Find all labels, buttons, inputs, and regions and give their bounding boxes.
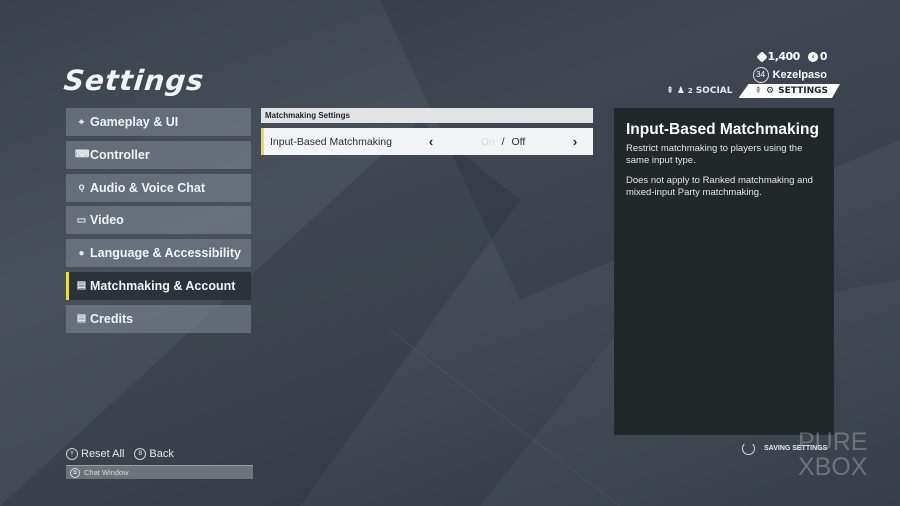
reset-all-button[interactable]: Y Reset All	[66, 448, 124, 460]
credits-balance: 1,400	[755, 50, 801, 63]
tab-settings[interactable]: ⇞ ⚙ SETTINGS	[739, 84, 841, 98]
social-label: SOCIAL	[695, 86, 733, 96]
section-header: Matchmaking Settings	[261, 108, 593, 123]
chat-window-label: Chat Window	[84, 468, 129, 477]
watermark-line: XBOX	[798, 453, 868, 481]
setting-label: Input-Based Matchmaking	[270, 135, 392, 148]
watermark-line: PURE	[798, 428, 868, 456]
option-selector[interactable]: On / Off	[438, 136, 568, 148]
document-icon: ▤	[76, 313, 87, 325]
watermark-logo: PURE XBOX	[798, 430, 867, 480]
description-paragraph: Does not apply to Ranked matchmaking and…	[626, 175, 813, 198]
b-button-icon: B	[134, 448, 147, 460]
currency-display: 1,400 ‹ 0	[755, 50, 828, 63]
chevron-left-icon[interactable]: ‹	[424, 134, 438, 149]
sidebar-item-label: Matchmaking & Account	[90, 278, 236, 293]
settings-sidebar: ⌖ Gameplay & UI ⌨ Controller ǫ Audio & V…	[66, 108, 251, 338]
page-title: Settings	[62, 64, 206, 97]
settings-label: SETTINGS	[778, 86, 828, 96]
level-badge: 34	[752, 67, 769, 83]
xp-token-icon: ‹	[807, 51, 818, 62]
player-info: 34 Kezelpaso	[752, 67, 827, 83]
sidebar-item-label: Video	[90, 213, 124, 228]
gear-icon: ⚙	[766, 86, 775, 96]
option-off[interactable]: Off	[511, 136, 525, 148]
globe-icon: ●	[78, 247, 85, 259]
crosshair-icon: ⌖	[78, 116, 85, 128]
sidebar-item-label: Gameplay & UI	[90, 115, 179, 129]
sidebar-item-label: Language & Accessibility	[90, 246, 241, 261]
sidebar-item-language-accessibility[interactable]: ● Language & Accessibility	[66, 239, 251, 268]
view-button-icon: ⧉	[70, 467, 80, 478]
friends-icon: ♟	[676, 86, 685, 96]
chevron-right-icon[interactable]: ›	[568, 134, 582, 149]
sidebar-item-video[interactable]: ▭ Video	[66, 206, 251, 235]
social-count: 2	[687, 87, 693, 95]
description-title: Input-Based Matchmaking	[626, 121, 819, 138]
loading-spinner-icon	[742, 442, 755, 455]
option-separator: /	[501, 135, 505, 148]
credits-value: 1,400	[767, 50, 801, 63]
back-button[interactable]: B Back	[134, 448, 174, 460]
y-button-icon: Y	[66, 448, 78, 460]
token-value: 0	[819, 50, 828, 63]
microphone-icon: ǫ	[78, 182, 85, 194]
token-balance: ‹ 0	[807, 50, 828, 63]
lb-bumper-icon: ⇞	[666, 86, 674, 96]
player-name: Kezelpaso	[772, 69, 827, 81]
gamepad-icon: ⌨	[75, 149, 90, 161]
document-icon: ▤	[76, 280, 87, 292]
chat-window-button[interactable]: ⧉ Chat Window	[66, 465, 253, 479]
sidebar-item-label: Credits	[90, 311, 134, 326]
tab-social[interactable]: ⇞ ♟ 2 SOCIAL	[666, 86, 732, 96]
sidebar-item-gameplay-ui[interactable]: ⌖ Gameplay & UI	[66, 108, 251, 136]
reset-all-label: Reset All	[81, 448, 125, 460]
monitor-icon: ▭	[76, 214, 87, 226]
sidebar-item-label: Audio & Voice Chat	[90, 180, 206, 195]
top-nav-tabs: ⇞ ♟ 2 SOCIAL ⇞ ⚙ SETTINGS	[666, 84, 840, 98]
credits-icon	[755, 50, 768, 63]
sidebar-item-label: Controller	[90, 147, 150, 162]
sidebar-item-audio-voice-chat[interactable]: ǫ Audio & Voice Chat	[66, 173, 251, 202]
description-paragraph: Restrict matchmaking to players using th…	[626, 143, 803, 166]
description-panel: Input-Based Matchmaking Restrict matchma…	[614, 108, 834, 435]
back-label: Back	[149, 448, 174, 460]
footer-actions: Y Reset All B Back	[66, 448, 174, 460]
option-on[interactable]: On	[481, 136, 495, 148]
sidebar-item-matchmaking-account[interactable]: ▤ Matchmaking & Account	[66, 271, 251, 300]
sidebar-item-controller[interactable]: ⌨ Controller	[66, 140, 251, 169]
sidebar-item-credits[interactable]: ▤ Credits	[66, 304, 251, 333]
setting-row-input-based-matchmaking[interactable]: Input-Based Matchmaking ‹ On / Off ›	[261, 128, 593, 155]
rb-bumper-icon: ⇞	[754, 86, 763, 96]
